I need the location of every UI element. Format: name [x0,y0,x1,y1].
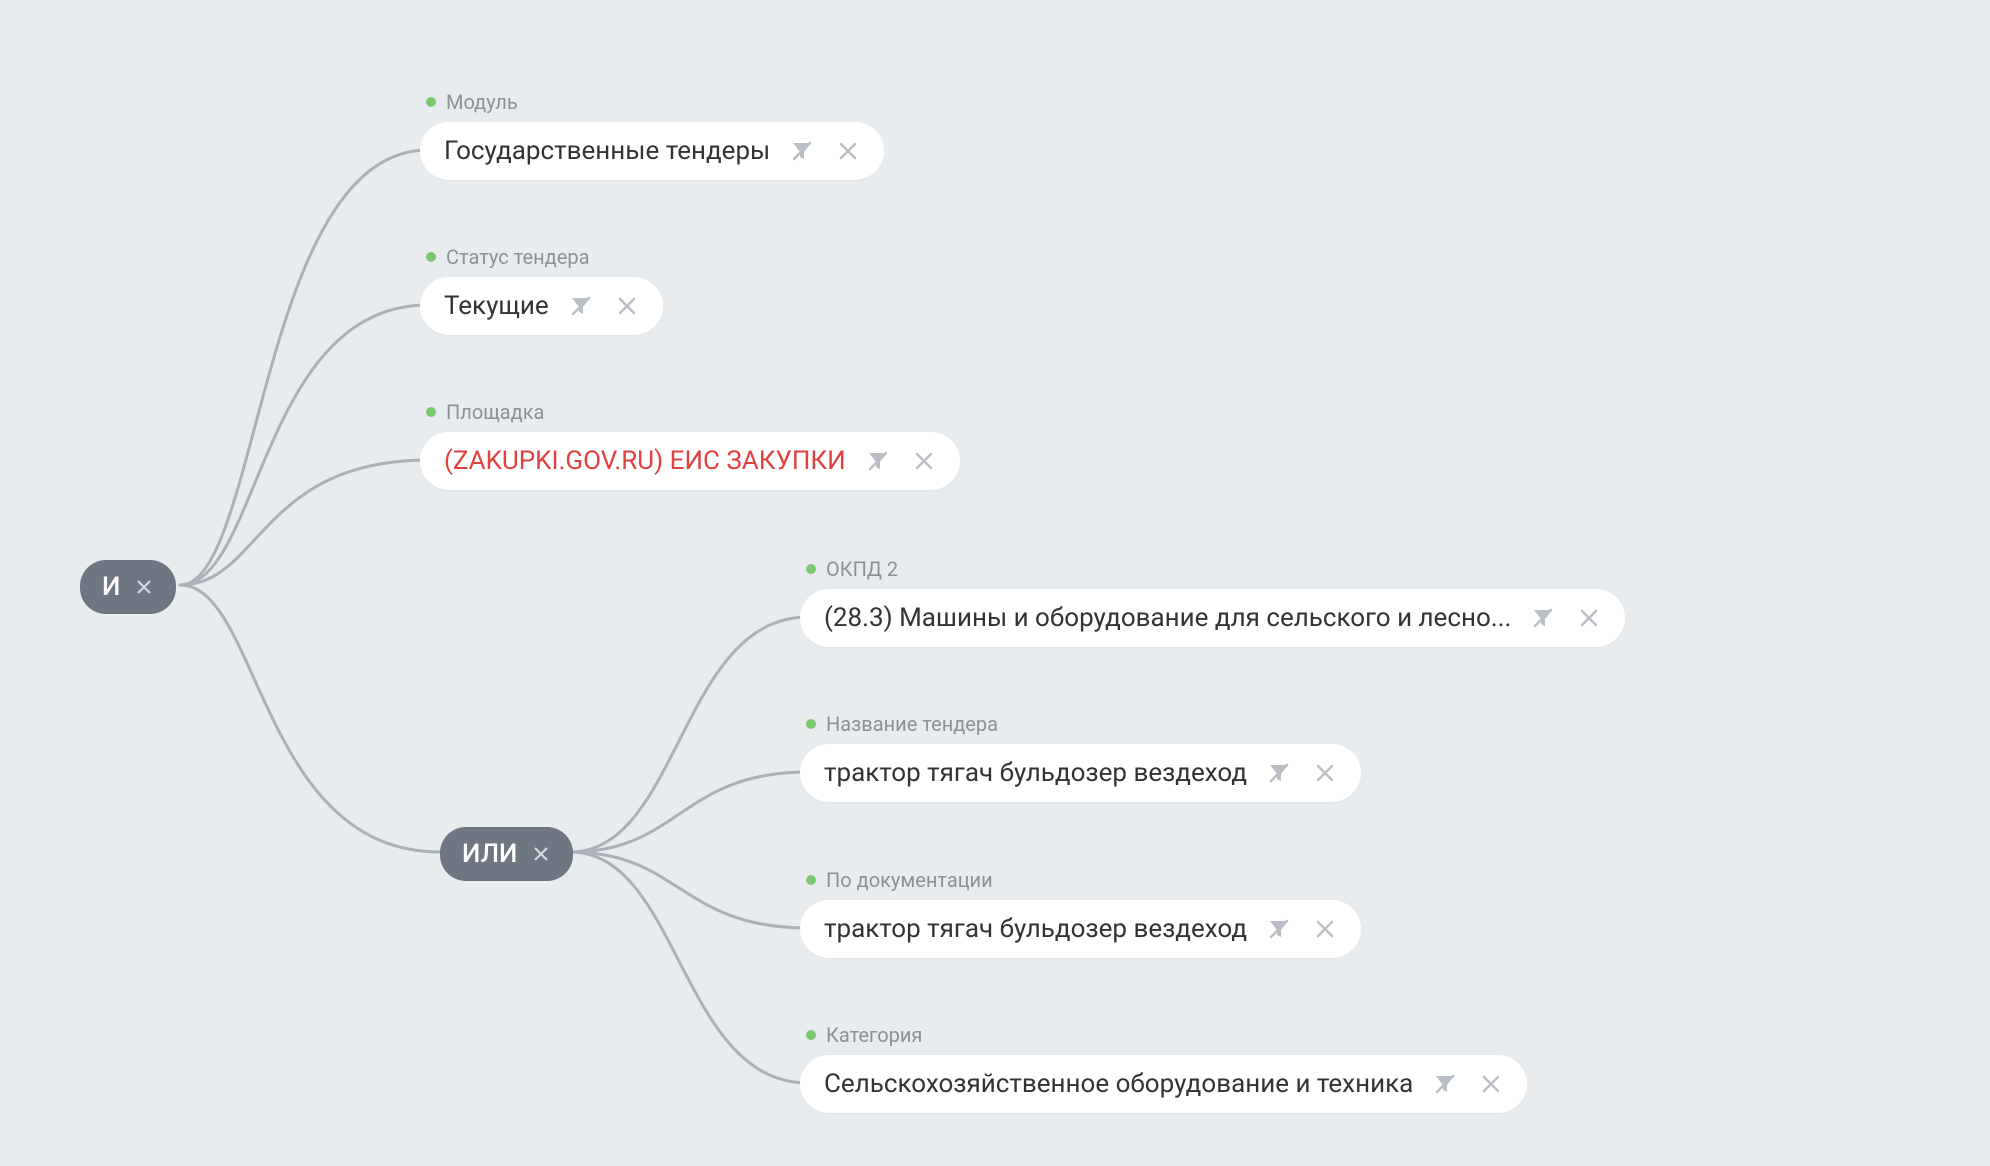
filter-category-label: Категория [826,1023,922,1047]
close-icon[interactable] [1479,1072,1503,1096]
operator-or-label: ИЛИ [462,839,517,869]
filter-platform-pill[interactable]: (ZAKUPKI.GOV.RU) ЕИС ЗАКУПКИ [420,432,960,490]
status-dot-icon [806,564,816,574]
filter-clear-icon[interactable] [1433,1072,1457,1096]
filter-category-label-row: Категория [800,1023,1527,1047]
filter-name-value: трактор тягач бульдозер вездеход [824,758,1247,788]
filter-category-value: Сельскохозяйственное оборудование и техн… [824,1069,1413,1099]
close-icon[interactable] [615,294,639,318]
filter-platform: Площадка (ZAKUPKI.GOV.RU) ЕИС ЗАКУПКИ [420,400,960,490]
filter-module-value: Государственные тендеры [444,136,770,166]
close-icon[interactable] [1313,917,1337,941]
filter-platform-value: (ZAKUPKI.GOV.RU) ЕИС ЗАКУПКИ [444,446,846,476]
filter-okpd-label-row: ОКПД 2 [800,557,1625,581]
filter-clear-icon[interactable] [1531,606,1555,630]
filter-okpd: ОКПД 2 (28.3) Машины и оборудование для … [800,557,1625,647]
filter-clear-icon[interactable] [790,139,814,163]
filter-status-value: Текущие [444,291,549,321]
filter-name-label-row: Название тендера [800,712,1361,736]
filter-clear-icon[interactable] [1267,761,1291,785]
status-dot-icon [806,875,816,885]
filter-module-label: Модуль [446,90,518,114]
filter-status-label-row: Статус тендера [420,245,663,269]
filter-docs: По документации трактор тягач бульдозер … [800,868,1361,958]
operator-or-remove[interactable] [531,844,551,864]
status-dot-icon [426,252,436,262]
filter-status-label: Статус тендера [446,245,589,269]
filter-name-label: Название тендера [826,712,998,736]
filter-platform-label: Площадка [446,400,544,424]
filter-clear-icon[interactable] [569,294,593,318]
filter-clear-icon[interactable] [1267,917,1291,941]
status-dot-icon [426,407,436,417]
filter-module: Модуль Государственные тендеры [420,90,884,180]
close-icon[interactable] [836,139,860,163]
filter-module-label-row: Модуль [420,90,884,114]
filter-status-pill[interactable]: Текущие [420,277,663,335]
status-dot-icon [426,97,436,107]
filter-category: Категория Сельскохозяйственное оборудова… [800,1023,1527,1113]
filter-okpd-pill[interactable]: (28.3) Машины и оборудование для сельско… [800,589,1625,647]
filter-okpd-value: (28.3) Машины и оборудование для сельско… [824,603,1511,633]
filter-category-pill[interactable]: Сельскохозяйственное оборудование и техн… [800,1055,1527,1113]
operator-and-label: И [102,572,120,602]
filter-docs-value: трактор тягач бульдозер вездеход [824,914,1247,944]
filter-tree-canvas: И ИЛИ Модуль Государственные тендеры [0,0,1990,1166]
filter-okpd-label: ОКПД 2 [826,557,898,581]
filter-name: Название тендера трактор тягач бульдозер… [800,712,1361,802]
filter-docs-label: По документации [826,868,993,892]
operator-and-remove[interactable] [134,577,154,597]
filter-status: Статус тендера Текущие [420,245,663,335]
filter-docs-pill[interactable]: трактор тягач бульдозер вездеход [800,900,1361,958]
filter-docs-label-row: По документации [800,868,1361,892]
status-dot-icon [806,1030,816,1040]
close-icon[interactable] [1577,606,1601,630]
filter-platform-label-row: Площадка [420,400,960,424]
filter-name-pill[interactable]: трактор тягач бульдозер вездеход [800,744,1361,802]
operator-and-node[interactable]: И [80,560,176,614]
close-icon[interactable] [912,449,936,473]
filter-clear-icon[interactable] [866,449,890,473]
close-icon[interactable] [1313,761,1337,785]
filter-module-pill[interactable]: Государственные тендеры [420,122,884,180]
status-dot-icon [806,719,816,729]
operator-or-node[interactable]: ИЛИ [440,827,573,881]
